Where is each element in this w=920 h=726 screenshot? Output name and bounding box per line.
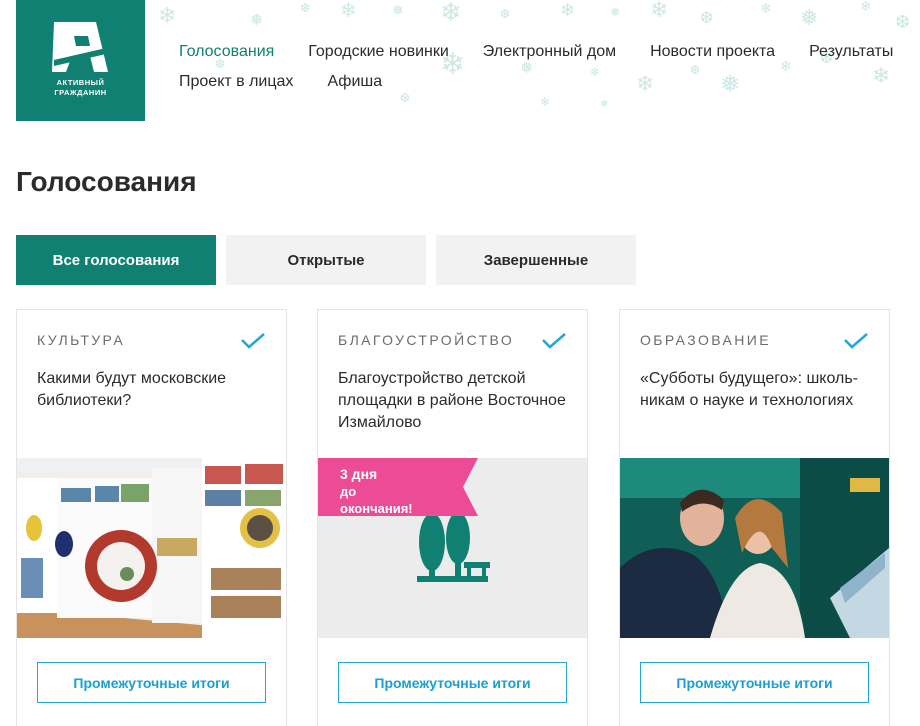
vote-card[interactable]: ОБРАЗОВАНИЕ «Субботы будущего»: школь-ни… xyxy=(619,309,890,726)
nav-link-project-news[interactable]: Новости проекта xyxy=(650,43,775,61)
interim-results-button[interactable]: Промежуточные итоги xyxy=(37,662,266,703)
vote-card[interactable]: БЛАГОУСТРОЙСТВО Благоустройство детской … xyxy=(317,309,588,726)
nav-row-1: Голосования Городские новинки Электронны… xyxy=(179,37,920,67)
tab-completed[interactable]: Завершенные xyxy=(436,235,636,285)
logo-text: АКТИВНЫЙ ГРАЖДАНИН xyxy=(16,78,145,98)
card-category: КУЛЬТУРА xyxy=(37,332,126,348)
nav-link-people[interactable]: Проект в лицах xyxy=(179,73,293,91)
card-category: БЛАГОУСТРОЙСТВО xyxy=(338,332,515,348)
tab-open[interactable]: Открытые xyxy=(226,235,426,285)
card-image-library xyxy=(17,458,286,638)
tab-all-votes[interactable]: Все голосования xyxy=(16,235,216,285)
vote-filter-tabs: Все голосования Открытые Завершенные xyxy=(16,235,646,285)
card-title[interactable]: Какими будут московские библиотеки? xyxy=(37,368,272,412)
card-image-placeholder: 3 дня до окончания! xyxy=(318,458,587,638)
nav-row-2: Проект в лицах Афиша xyxy=(179,67,920,97)
logo-line-1: АКТИВНЫЙ xyxy=(56,78,105,87)
checkmark-icon xyxy=(844,333,868,349)
nav-link-city-news[interactable]: Городские новинки xyxy=(308,43,449,61)
vote-card[interactable]: КУЛЬТУРА Какими будут московские библиот… xyxy=(16,309,287,726)
logo-line-2: ГРАЖДАНИН xyxy=(54,88,107,97)
card-title[interactable]: «Субботы будущего»: школь-никам о науке … xyxy=(640,368,875,412)
card-image-students xyxy=(620,458,889,638)
nav-link-results[interactable]: Результаты xyxy=(809,43,893,61)
card-category: ОБРАЗОВАНИЕ xyxy=(640,332,771,348)
interim-results-button[interactable]: Промежуточные итоги xyxy=(640,662,869,703)
card-title[interactable]: Благоустройство детской площадки в район… xyxy=(338,368,573,434)
page-title: Голосования xyxy=(16,166,197,197)
deadline-days: 3 дня xyxy=(340,466,378,482)
park-trees-icon xyxy=(417,512,490,582)
site-logo[interactable]: АКТИВНЫЙ ГРАЖДАНИН xyxy=(16,0,145,121)
nav-link-votes[interactable]: Голосования xyxy=(179,43,274,61)
main-navigation: Голосования Городские новинки Электронны… xyxy=(179,37,920,97)
interim-results-button[interactable]: Промежуточные итоги xyxy=(338,662,567,703)
nav-link-events[interactable]: Афиша xyxy=(327,73,382,91)
checkmark-icon xyxy=(241,333,265,349)
deadline-suffix: до окончания! xyxy=(340,484,413,516)
logo-a-icon xyxy=(52,22,108,72)
checkmark-icon xyxy=(542,333,566,349)
nav-link-electronic-house[interactable]: Электронный дом xyxy=(483,43,616,61)
